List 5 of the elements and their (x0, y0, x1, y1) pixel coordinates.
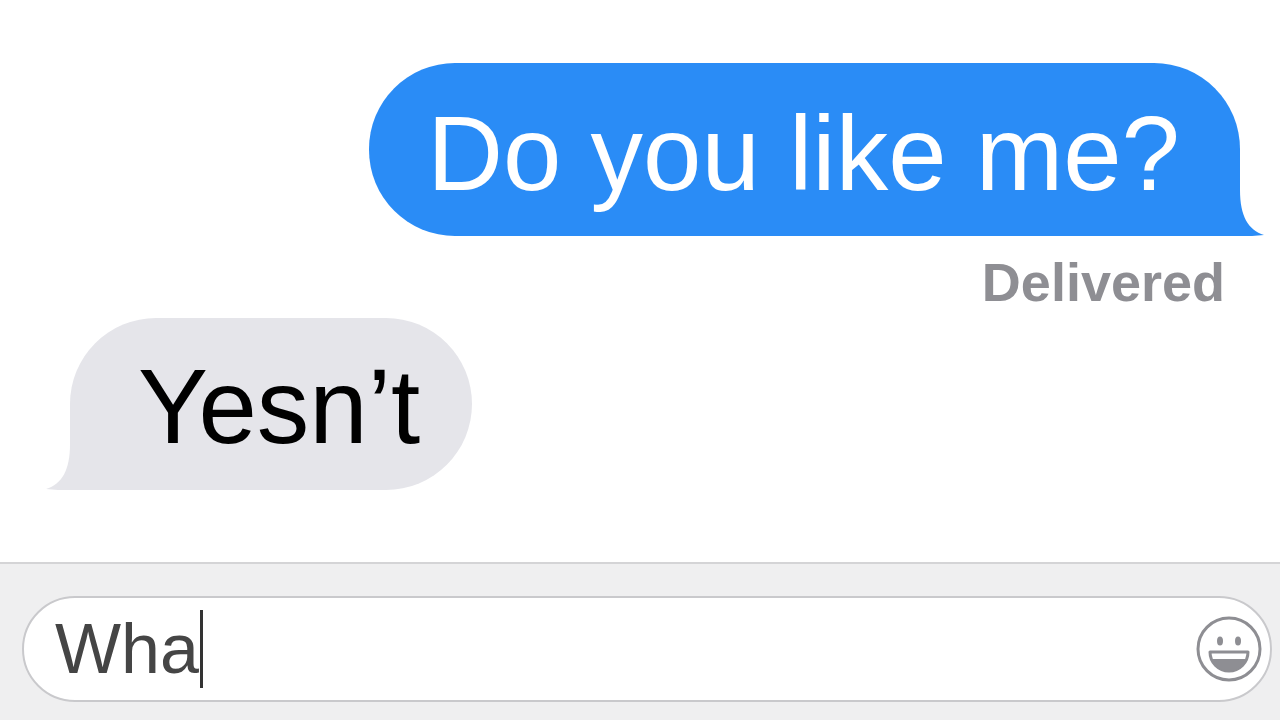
delivery-status: Delivered (981, 255, 1225, 309)
message-bubble: Yesn’t (70, 318, 473, 490)
message-input-field[interactable]: Wha (22, 596, 1272, 702)
smiley-icon[interactable] (1196, 616, 1262, 682)
message-bubble: Do you like me? (369, 63, 1240, 236)
